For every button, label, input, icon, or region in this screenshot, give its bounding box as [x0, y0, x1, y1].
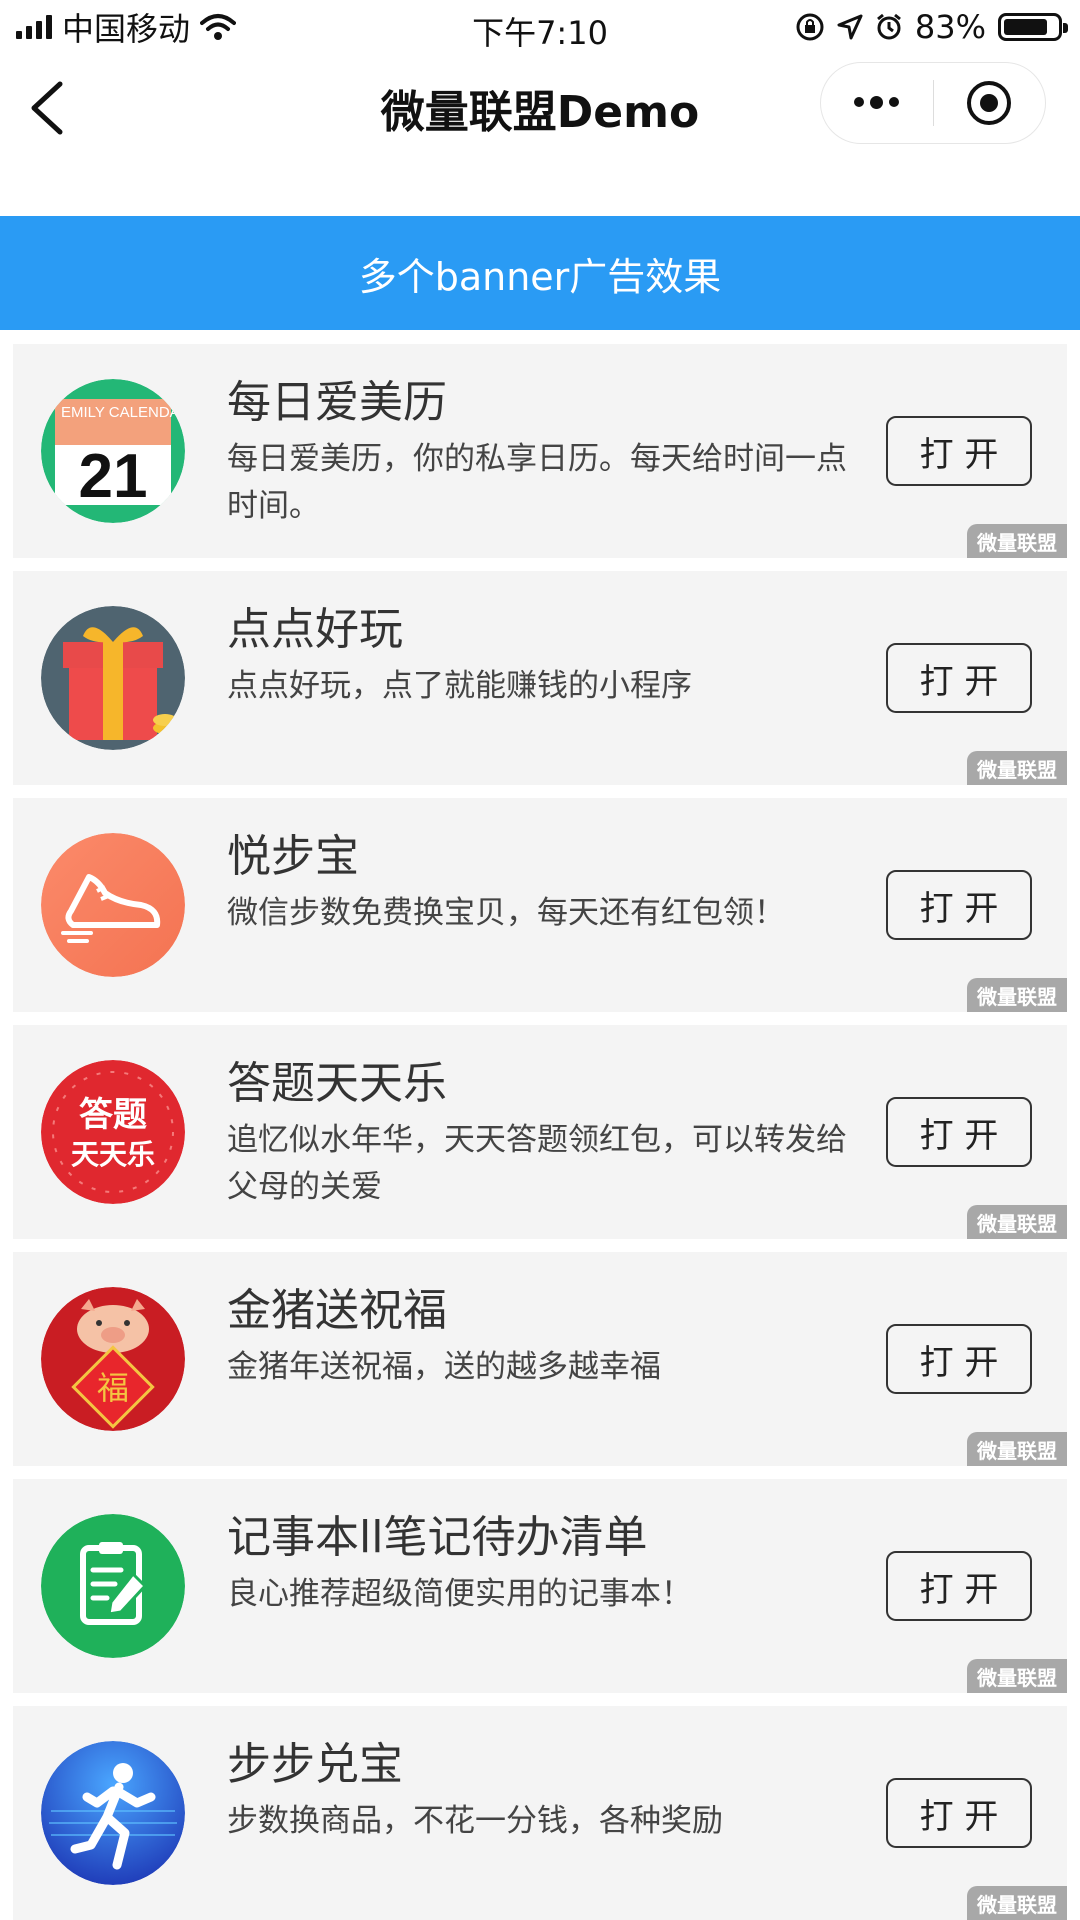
open-button[interactable]: 打 开 [886, 1551, 1032, 1621]
ad-card[interactable]: 记事本ll笔记待办清单 良心推荐超级简便实用的记事本！ 打 开 微量联盟 [13, 1479, 1067, 1693]
ad-desc: 步数换商品，不花一分钱，各种奖励 [227, 1803, 723, 1839]
runner-icon [41, 1741, 185, 1885]
battery-fill [1004, 19, 1048, 35]
battery-icon [998, 13, 1068, 41]
target-icon [967, 81, 1012, 125]
ad-desc: 金猪年送祝福，送的越多越幸福 [227, 1349, 661, 1385]
open-button[interactable]: 打 开 [886, 643, 1032, 713]
screen: 中国移动 下午7:10 83% 微量联盟Demo 多个banner广告效果 EM… [0, 0, 1080, 1920]
ad-badge: 微量联盟 [967, 1432, 1067, 1466]
ad-badge: 微量联盟 [967, 978, 1067, 1012]
ad-title: 记事本ll笔记待办清单 [227, 1512, 648, 1563]
ad-desc: 良心推荐超级简便实用的记事本！ [227, 1576, 692, 1612]
ad-desc: 点点好玩，点了就能赚钱的小程序 [227, 668, 692, 704]
status-bar: 中国移动 下午7:10 83% [0, 0, 1080, 54]
ad-title: 答题天天乐 [227, 1058, 447, 1109]
menu-capsule [820, 62, 1046, 144]
ad-card[interactable]: 点点好玩 点点好玩，点了就能赚钱的小程序 打 开 微量联盟 [13, 571, 1067, 785]
pig-icon-text: 福 [97, 1369, 129, 1407]
banner-header: 多个banner广告效果 [0, 216, 1080, 330]
more-dots-icon [854, 96, 900, 109]
calendar-icon-number: 21 [79, 442, 148, 511]
close-button[interactable] [934, 62, 1046, 144]
ad-title: 每日爱美历 [227, 377, 447, 428]
ad-title: 点点好玩 [227, 604, 403, 655]
open-button[interactable]: 打 开 [886, 1778, 1032, 1848]
calendar-icon: EMILY CALENDAR 21 [41, 379, 185, 523]
status-time: 下午7:10 [472, 14, 608, 52]
ad-title: 金猪送祝福 [227, 1285, 447, 1336]
more-button[interactable] [821, 62, 933, 144]
nav-bar: 微量联盟Demo [0, 54, 1080, 164]
ad-list: EMILY CALENDAR 21 每日爱美历 每日爱美历，你的私享日历。每天给… [13, 344, 1067, 1920]
clipboard-notes-icon [41, 1514, 185, 1658]
ad-card[interactable]: 福 金猪送祝福 金猪年送祝福，送的越多越幸福 打 开 微量联盟 [13, 1252, 1067, 1466]
pig-fortune-icon: 福 [41, 1287, 185, 1431]
open-button[interactable]: 打 开 [886, 1097, 1032, 1167]
open-button[interactable]: 打 开 [886, 1324, 1032, 1394]
ad-title: 悦步宝 [227, 831, 359, 882]
ad-badge: 微量联盟 [967, 751, 1067, 785]
ad-card[interactable]: 悦步宝 微信步数免费换宝贝，每天还有红包领！ 打 开 微量联盟 [13, 798, 1067, 1012]
quiz-icon-text-2: 天天乐 [71, 1138, 155, 1171]
ad-title: 步步兑宝 [227, 1739, 403, 1790]
ad-card[interactable]: 步步兑宝 步数换商品，不花一分钱，各种奖励 打 开 微量联盟 [13, 1706, 1067, 1920]
ad-badge: 微量联盟 [967, 1886, 1067, 1920]
calendar-icon-label: EMILY CALENDAR [61, 404, 185, 421]
ad-card[interactable]: EMILY CALENDAR 21 每日爱美历 每日爱美历，你的私享日历。每天给… [13, 344, 1067, 558]
ad-badge: 微量联盟 [967, 524, 1067, 558]
ad-desc: 追忆似水年华，天天答题领红包，可以转发给父母的关爱 [227, 1122, 847, 1205]
quiz-badge-icon: 答题 天天乐 [41, 1060, 185, 1204]
gift-box-icon [41, 606, 185, 750]
ad-desc: 微信步数免费换宝贝，每天还有红包领！ [227, 895, 785, 931]
open-button[interactable]: 打 开 [886, 870, 1032, 940]
ad-desc: 每日爱美历，你的私享日历。每天给时间一点时间。 [227, 441, 847, 524]
ad-badge: 微量联盟 [967, 1205, 1067, 1239]
quiz-icon-text-1: 答题 [79, 1095, 147, 1135]
ad-badge: 微量联盟 [967, 1659, 1067, 1693]
ad-card[interactable]: 答题 天天乐 答题天天乐 追忆似水年华，天天答题领红包，可以转发给父母的关爱 打… [13, 1025, 1067, 1239]
open-button[interactable]: 打 开 [886, 416, 1032, 486]
sneaker-icon [41, 833, 185, 977]
